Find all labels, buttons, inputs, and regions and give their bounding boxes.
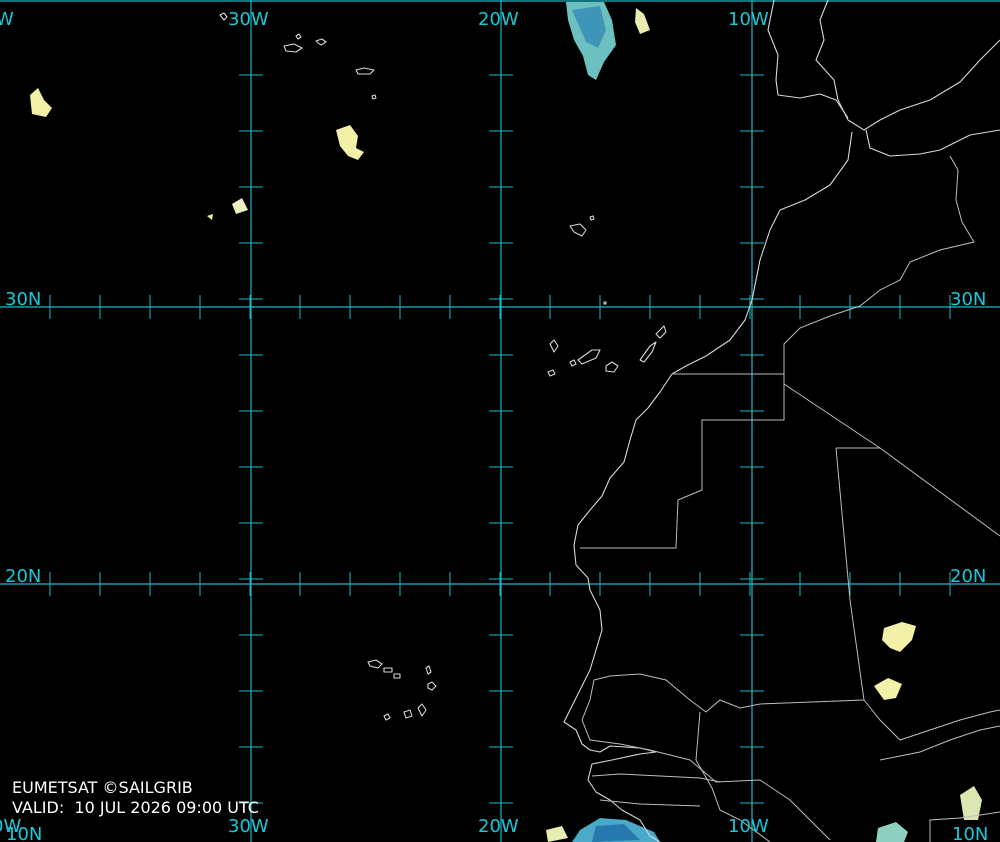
- label-lat-30n-left: 30N: [5, 289, 41, 310]
- satellite-map: W 30W 20W 10W 30N 30N 20N 20N 0W 10N 30W…: [0, 0, 1000, 842]
- map-background: [0, 0, 1000, 842]
- label-lat-10n-left-partial: 10N: [6, 824, 42, 842]
- label-lon-10w-top: 10W: [728, 9, 769, 30]
- label-lon-30w-top: 30W: [228, 9, 269, 30]
- label-lat-10n-right: 10N: [952, 824, 988, 842]
- label-lon-30w-bottom: 30W: [228, 816, 269, 837]
- label-lon-40w-partial: W: [0, 9, 14, 30]
- credit-text: EUMETSAT ©SAILGRIB: [12, 778, 193, 797]
- label-lat-20n-right: 20N: [950, 566, 986, 587]
- label-lat-20n-left: 20N: [5, 566, 41, 587]
- label-lon-20w-bottom: 20W: [478, 816, 519, 837]
- label-lon-10w-bottom: 10W: [728, 816, 769, 837]
- label-lon-20w-top: 20W: [478, 9, 519, 30]
- valid-time-text: VALID: 10 JUL 2026 09:00 UTC: [12, 798, 259, 817]
- label-lat-30n-right: 30N: [950, 289, 986, 310]
